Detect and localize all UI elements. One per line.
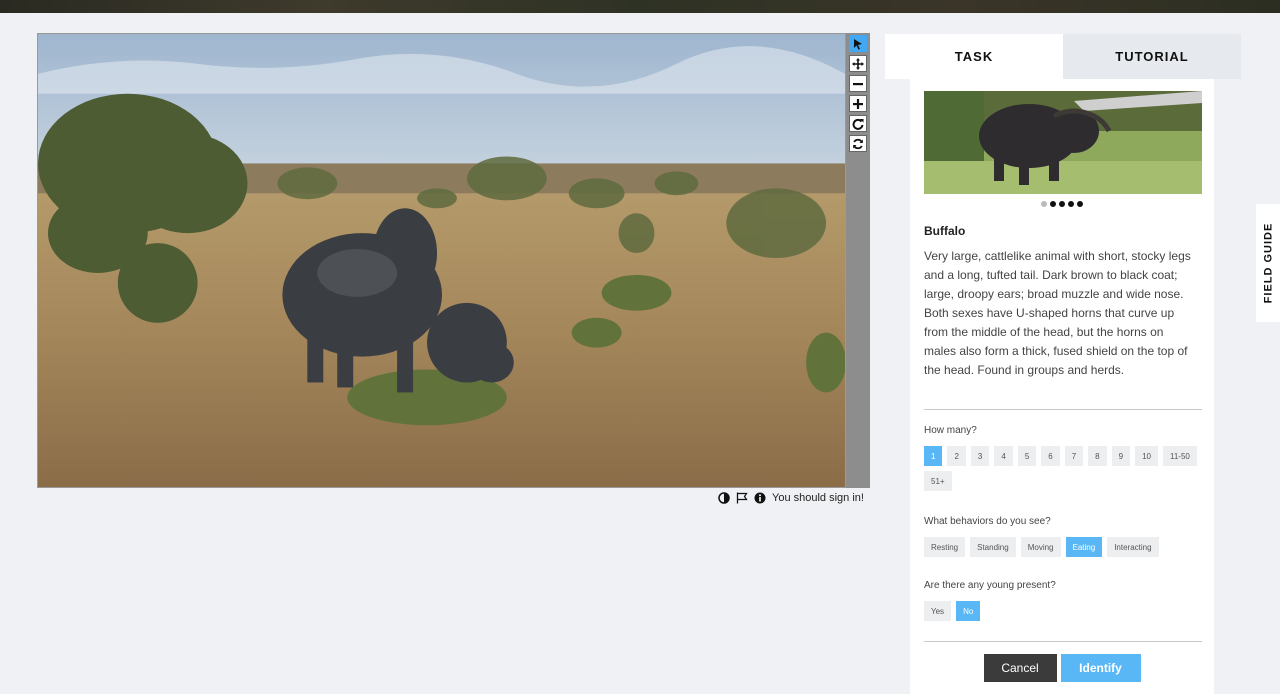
cancel-button[interactable]: Cancel [983, 654, 1057, 682]
how-many-option[interactable]: 11-50 [1162, 446, 1197, 466]
tab-task[interactable]: TASK [885, 34, 1063, 79]
pointer-tool-button[interactable] [849, 35, 867, 52]
how-many-option[interactable]: 10 [1135, 446, 1158, 466]
info-icon[interactable] [754, 492, 766, 504]
move-icon [852, 57, 864, 70]
how-many-option[interactable]: 9 [1111, 446, 1131, 466]
animal-example-image [924, 91, 1202, 194]
divider [924, 641, 1202, 642]
pointer-icon [854, 38, 862, 49]
invert-icon[interactable] [718, 492, 730, 504]
behavior-option[interactable]: Moving [1020, 537, 1061, 557]
how-many-option[interactable]: 51+ [924, 471, 952, 491]
how-many-label: How many? [924, 425, 977, 436]
refresh-icon [853, 138, 863, 149]
how-many-option[interactable]: 6 [1041, 446, 1060, 466]
task-panel: TASK TUTORIAL Buffalo Very large, cattle… [885, 34, 1241, 694]
subject-meta-row: You should sign in! [718, 489, 864, 507]
pan-tool-button[interactable] [849, 55, 867, 72]
identify-button[interactable]: Identify [1060, 654, 1141, 682]
how-many-option[interactable]: 4 [994, 446, 1013, 466]
zoom-in-button[interactable] [849, 95, 867, 112]
young-options: Yes No [924, 601, 1204, 621]
how-many-options: 1 2 3 4 5 6 7 8 9 10 11-50 51+ [924, 446, 1204, 491]
how-many-option[interactable]: 1 [924, 446, 943, 466]
how-many-option[interactable]: 5 [1017, 446, 1037, 466]
header-banner [0, 0, 1280, 13]
plus-icon [853, 98, 863, 109]
minus-icon [853, 82, 863, 85]
behavior-option[interactable]: Resting [924, 537, 966, 557]
divider [924, 409, 1202, 410]
young-option[interactable]: Yes [924, 601, 952, 621]
task-content: Buffalo Very large, cattlelike animal wi… [910, 79, 1214, 694]
rotate-icon [852, 118, 864, 130]
panel-tabs: TASK TUTORIAL [885, 34, 1241, 79]
carousel-dot[interactable] [1077, 201, 1083, 207]
image-carousel-dots [910, 201, 1214, 207]
animal-description: Very large, cattlelike animal with short… [924, 249, 1191, 377]
rotate-button[interactable] [849, 115, 867, 132]
field-guide-label: FIELD GUIDE [1262, 222, 1275, 304]
carousel-dot[interactable] [1068, 201, 1074, 207]
behavior-option[interactable]: Interacting [1107, 537, 1159, 557]
sign-in-notice[interactable]: You should sign in! [772, 492, 864, 504]
image-toolbar [846, 33, 870, 488]
how-many-option[interactable]: 7 [1064, 446, 1084, 466]
how-many-option[interactable]: 3 [970, 446, 990, 466]
zoom-out-button[interactable] [849, 75, 867, 92]
young-option[interactable]: No [956, 601, 981, 621]
animal-name: Buffalo [924, 224, 966, 238]
reset-button[interactable] [849, 135, 867, 152]
behaviors-options: Resting Standing Moving Eating Interacting [924, 537, 1204, 557]
carousel-dot[interactable] [1050, 201, 1056, 207]
subject-image[interactable] [37, 33, 846, 488]
carousel-dot[interactable] [1059, 201, 1065, 207]
carousel-dot[interactable] [1041, 201, 1047, 207]
field-guide-tab[interactable]: FIELD GUIDE [1256, 204, 1280, 322]
how-many-option[interactable]: 2 [947, 446, 966, 466]
behavior-option[interactable]: Standing [970, 537, 1016, 557]
behaviors-label: What behaviors do you see? [924, 516, 1051, 527]
how-many-option[interactable]: 8 [1088, 446, 1107, 466]
young-label: Are there any young present? [924, 580, 1056, 591]
behavior-option[interactable]: Eating [1065, 537, 1103, 557]
tab-tutorial[interactable]: TUTORIAL [1063, 34, 1241, 79]
flag-icon[interactable] [736, 492, 748, 504]
action-buttons: Cancel Identify [910, 654, 1214, 682]
